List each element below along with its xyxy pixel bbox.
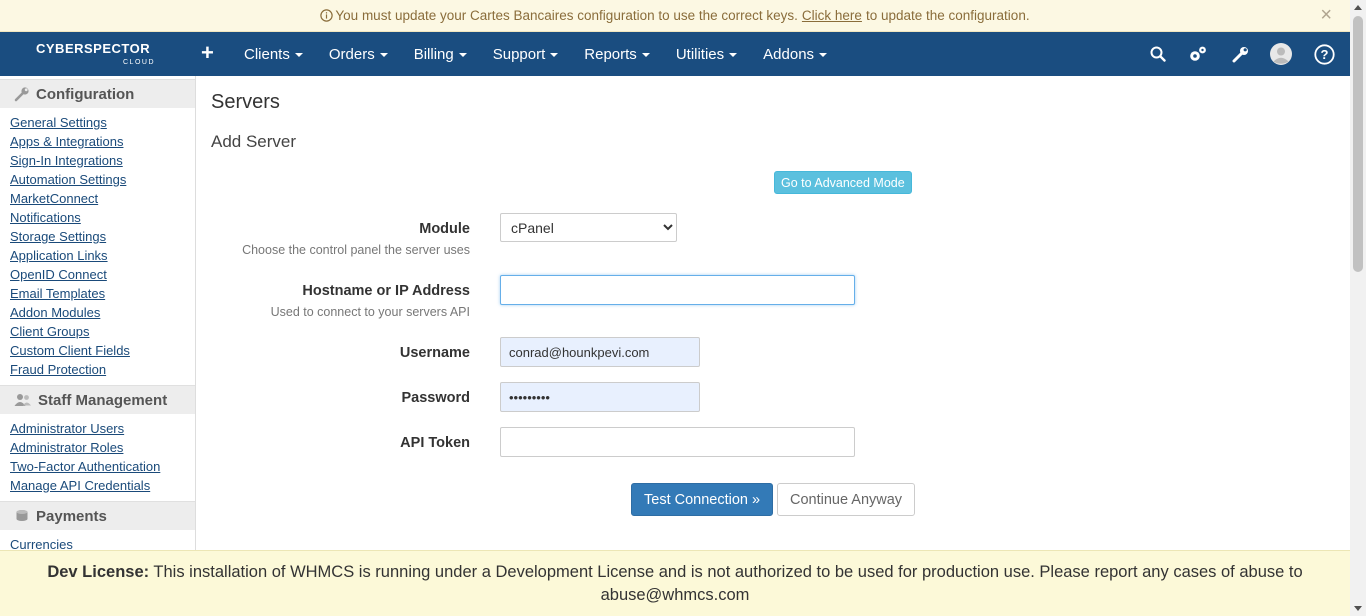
scroll-up-icon[interactable] bbox=[1354, 5, 1362, 10]
sidebar-item-email-templates[interactable]: Email Templates bbox=[10, 284, 195, 303]
nav-addons-label: Addons bbox=[763, 45, 815, 63]
close-icon[interactable]: × bbox=[1320, 5, 1332, 25]
caret-down-icon bbox=[458, 53, 467, 57]
caret-down-icon bbox=[294, 53, 303, 57]
nav-billing-label: Billing bbox=[413, 45, 454, 63]
main-nav-menu: Clients Orders Billing Support Reports U… bbox=[244, 32, 853, 76]
caret-down-icon bbox=[550, 53, 559, 57]
brand-logo[interactable]: CYBERSPECTOR CLOUD bbox=[36, 41, 160, 67]
sidebar-item-notifications[interactable]: Notifications bbox=[10, 208, 195, 227]
nav-utilities[interactable]: Utilities bbox=[675, 45, 738, 63]
help-icon[interactable]: ? bbox=[1313, 43, 1335, 65]
sidebar-item-openid-connect[interactable]: OpenID Connect bbox=[10, 265, 195, 284]
main-content: Servers Add Server Go to Advanced Mode M… bbox=[196, 76, 1350, 550]
config-alert-bar: You must update your Cartes Bancaires co… bbox=[0, 0, 1350, 32]
caret-down-icon bbox=[379, 53, 388, 57]
alert-text: You must update your Cartes Bancaires co… bbox=[335, 8, 798, 23]
sidebar-item-signin-integrations[interactable]: Sign-In Integrations bbox=[10, 151, 195, 170]
nav-reports[interactable]: Reports bbox=[584, 46, 650, 63]
username-label: Username bbox=[399, 345, 470, 361]
api-token-input[interactable] bbox=[500, 427, 855, 457]
sidebar-item-fraud-protection[interactable]: Fraud Protection bbox=[10, 360, 195, 379]
scroll-down-icon[interactable] bbox=[1354, 606, 1362, 611]
module-label: Module bbox=[419, 221, 470, 237]
sidebar-item-automation-settings[interactable]: Automation Settings bbox=[10, 170, 195, 189]
users-icon bbox=[14, 394, 31, 406]
quick-add-button[interactable]: + bbox=[201, 42, 214, 64]
nav-utilities-label: Utilities bbox=[675, 45, 725, 63]
caret-down-icon bbox=[819, 53, 828, 57]
module-select[interactable]: cPanel bbox=[500, 213, 677, 242]
password-label: Password bbox=[401, 390, 471, 406]
sidebar-section-staff-management: Staff Management bbox=[0, 385, 195, 414]
nav-support-label: Support bbox=[492, 45, 546, 63]
hostname-label: Hostname or IP Address bbox=[302, 283, 470, 299]
user-avatar-icon[interactable] bbox=[1270, 43, 1292, 65]
nav-orders[interactable]: Orders bbox=[329, 46, 388, 63]
sidebar-section-payments: Payments bbox=[0, 501, 195, 530]
sidebar-item-storage-settings[interactable]: Storage Settings bbox=[10, 227, 195, 246]
coins-icon bbox=[16, 510, 28, 521]
search-icon[interactable] bbox=[1147, 43, 1169, 65]
dev-license-notice: Dev License: This installation of WHMCS … bbox=[0, 550, 1350, 616]
advanced-mode-button[interactable]: Go to Advanced Mode bbox=[774, 171, 912, 194]
sidebar-section-configuration: Configuration bbox=[0, 79, 195, 108]
sidebar-item-apps-integrations[interactable]: Apps & Integrations bbox=[10, 132, 195, 151]
sidebar-item-application-links[interactable]: Application Links bbox=[10, 246, 195, 265]
sidebar-item-marketconnect[interactable]: MarketConnect bbox=[10, 189, 195, 208]
caret-down-icon bbox=[641, 53, 650, 57]
sidebar-item-manage-api-credentials[interactable]: Manage API Credentials bbox=[10, 476, 195, 495]
continue-anyway-button[interactable]: Continue Anyway bbox=[777, 483, 916, 516]
sidebar-section-title: Payments bbox=[36, 507, 107, 525]
svg-text:?: ? bbox=[1320, 47, 1328, 62]
module-help: Choose the control panel the server uses bbox=[242, 243, 470, 257]
page-scrollbar[interactable] bbox=[1350, 0, 1366, 616]
sidebar-item-currencies[interactable]: Currencies bbox=[10, 535, 195, 550]
sidebar-item-addon-modules[interactable]: Addon Modules bbox=[10, 303, 195, 322]
sidebar-item-custom-client-fields[interactable]: Custom Client Fields bbox=[10, 341, 195, 360]
dev-license-text: This installation of WHMCS is running un… bbox=[153, 562, 1303, 604]
nav-orders-label: Orders bbox=[328, 45, 375, 63]
sidebar-item-client-groups[interactable]: Client Groups bbox=[10, 322, 195, 341]
hostname-input[interactable] bbox=[500, 275, 855, 305]
nav-clients[interactable]: Clients bbox=[244, 46, 303, 63]
alert-text-after: to update the configuration. bbox=[865, 8, 1030, 23]
nav-clients-label: Clients bbox=[244, 45, 290, 63]
settings-icon[interactable] bbox=[1187, 43, 1209, 65]
password-input[interactable] bbox=[500, 382, 700, 412]
sidebar-item-administrator-roles[interactable]: Administrator Roles bbox=[10, 438, 195, 457]
alert-update-link[interactable]: Click here bbox=[802, 8, 862, 23]
wrench-icon bbox=[14, 87, 29, 102]
info-icon bbox=[320, 9, 334, 22]
brand-sub: CLOUD bbox=[123, 59, 156, 66]
sidebar-section-title: Staff Management bbox=[38, 391, 168, 409]
nav-support[interactable]: Support bbox=[493, 46, 559, 63]
username-input[interactable] bbox=[500, 337, 700, 367]
section-title: Add Server bbox=[211, 132, 297, 151]
page-title: Servers bbox=[211, 91, 280, 113]
nav-addons[interactable]: Addons bbox=[763, 45, 828, 63]
sidebar-item-administrator-users[interactable]: Administrator Users bbox=[10, 419, 195, 438]
nav-billing[interactable]: Billing bbox=[414, 46, 467, 63]
scroll-thumb[interactable] bbox=[1353, 16, 1363, 272]
brand-name: CYBERSPECTOR bbox=[36, 41, 151, 56]
nav-reports-label: Reports bbox=[584, 45, 637, 63]
dev-license-label: Dev License: bbox=[47, 562, 150, 581]
top-navbar: CYBERSPECTOR CLOUD + Clients Orders Bill… bbox=[0, 32, 1350, 76]
sidebar: Configuration General Settings Apps & In… bbox=[0, 76, 196, 550]
caret-down-icon bbox=[729, 53, 738, 57]
sidebar-item-two-factor-authentication[interactable]: Two-Factor Authentication bbox=[10, 457, 195, 476]
api-token-label: API Token bbox=[400, 435, 470, 451]
test-connection-button[interactable]: Test Connection » bbox=[631, 483, 774, 516]
wrench-icon[interactable] bbox=[1229, 43, 1251, 65]
hostname-help: Used to connect to your servers API bbox=[270, 305, 470, 319]
sidebar-item-general-settings[interactable]: General Settings bbox=[10, 113, 195, 132]
sidebar-section-title: Configuration bbox=[36, 85, 135, 103]
